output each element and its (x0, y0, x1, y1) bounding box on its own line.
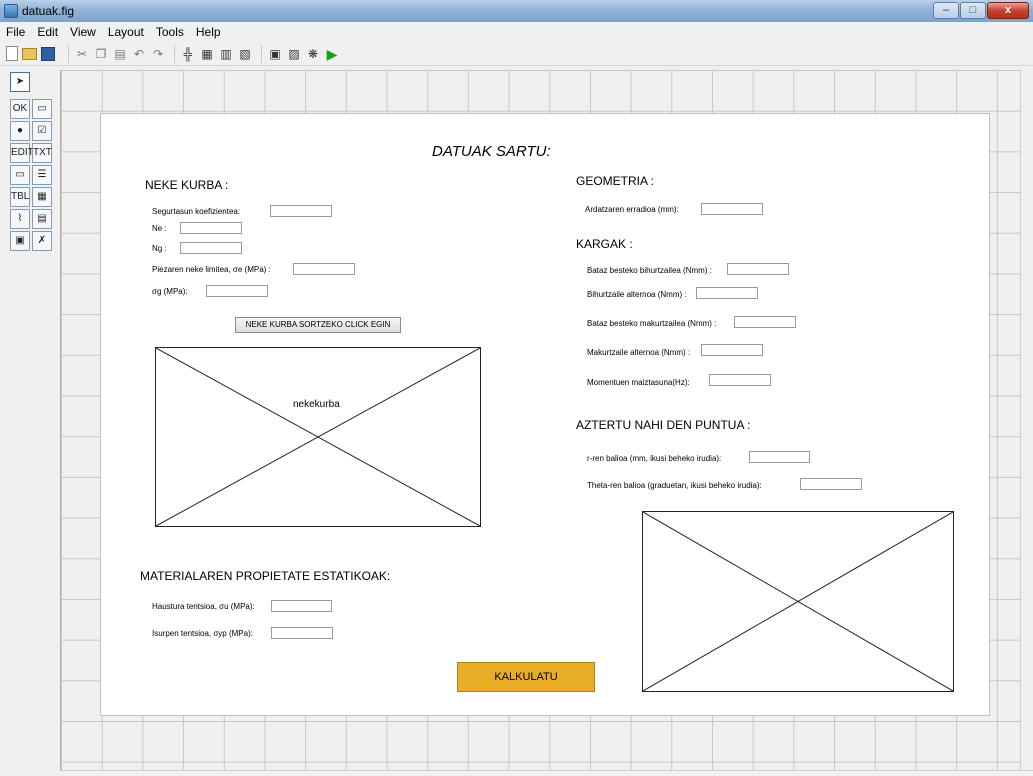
sigma-g-input[interactable] (206, 285, 268, 297)
edit-text-icon[interactable]: EDIT (10, 143, 34, 163)
geometria-heading: GEOMETRIA : (576, 174, 655, 188)
makurtzaile-alternoa-input[interactable] (701, 344, 763, 356)
ne-input[interactable] (180, 222, 242, 234)
ng-label: Ng : (152, 244, 167, 253)
menu-view[interactable]: View (64, 25, 102, 39)
toolbar-separator (68, 44, 69, 63)
puntua-axes[interactable] (642, 511, 954, 692)
menu-edit[interactable]: Edit (31, 25, 64, 39)
ng-input[interactable] (180, 242, 242, 254)
haustura-input[interactable] (271, 600, 332, 612)
menu-file[interactable]: File (0, 25, 31, 39)
mfile-editor-icon[interactable]: ▣ (267, 46, 283, 62)
radio-button-icon[interactable]: ● (10, 121, 30, 141)
undo-icon[interactable]: ↶ (131, 46, 147, 62)
bihurtzailea-input[interactable] (727, 263, 789, 275)
toolbar-editor-icon[interactable]: ▧ (237, 46, 253, 62)
makurtzailea-label: Bataz besteko makurtzailea (Nmm) : (587, 319, 717, 328)
push-button-icon[interactable]: OK (10, 99, 30, 119)
save-icon[interactable] (41, 46, 55, 61)
menu-bar: File Edit View Layout Tools Help (0, 22, 1033, 42)
checkbox-icon[interactable]: ☑ (32, 121, 52, 141)
theta-balioa-input[interactable] (800, 478, 862, 490)
bihurtzaile-alternoa-input[interactable] (696, 287, 758, 299)
menu-editor-icon[interactable]: ▦ (199, 46, 215, 62)
ne-label: Ne : (152, 224, 167, 233)
maiztasuna-input[interactable] (709, 374, 771, 386)
isurpen-input[interactable] (271, 627, 333, 639)
popup-menu-icon[interactable]: ▭ (10, 165, 30, 185)
menu-layout[interactable]: Layout (102, 25, 150, 39)
haustura-label: Haustura tentsioa, σu (MPa): (152, 602, 255, 611)
new-file-icon[interactable] (6, 46, 18, 61)
static-text-icon[interactable]: TXT (32, 143, 52, 163)
makurtzailea-input[interactable] (734, 316, 796, 328)
neke-kurba-button[interactable]: NEKE KURBA SORTZEKO CLICK EGIN (235, 317, 401, 333)
run-icon[interactable]: ▶ (324, 46, 340, 62)
segurtasun-input[interactable] (270, 205, 332, 217)
minimize-button[interactable]: – (933, 2, 959, 19)
tab-order-icon[interactable]: ▥ (218, 46, 234, 62)
horizontal-scrollbar[interactable] (60, 770, 1033, 776)
matlab-figure-icon (4, 4, 18, 18)
maximize-button[interactable]: □ (960, 2, 986, 19)
vertical-scrollbar[interactable] (1020, 70, 1033, 770)
axes-icon[interactable]: ⌇ (10, 209, 30, 229)
maiztasuna-label: Momentuen maiztasuna(Hz): (587, 378, 690, 387)
puntua-heading: AZTERTU NAHI DEN PUNTUA : (576, 418, 751, 432)
button-group-icon[interactable]: ▣ (10, 231, 30, 251)
erradioa-input[interactable] (701, 203, 763, 215)
material-heading: MATERIALAREN PROPIETATE ESTATIKOAK: (140, 569, 391, 583)
axes-placeholder-cross (643, 512, 953, 691)
redo-icon[interactable]: ↷ (150, 46, 166, 62)
toolbar-separator (174, 44, 175, 63)
theta-balioa-label: Theta-ren balioa (graduetan, ikusi behek… (587, 481, 762, 490)
title-bar: datuak.fig – □ x (0, 0, 1033, 22)
segurtasun-label: Segurtasun koefizientea: (152, 207, 241, 216)
toggle-button-icon[interactable]: TBL (10, 187, 30, 207)
align-icon[interactable]: ╬ (180, 46, 196, 62)
panel-icon[interactable]: ▤ (32, 209, 52, 229)
menu-tools[interactable]: Tools (150, 25, 190, 39)
r-balioa-input[interactable] (749, 451, 810, 463)
cut-icon[interactable]: ✂ (74, 46, 90, 62)
close-button[interactable]: x (987, 2, 1029, 19)
neke-limitea-label: Piezaren neke limitea, σe (MPa) : (152, 265, 271, 274)
main-title: DATUAK SARTU: (432, 143, 551, 160)
bihurtzaile-alternoa-label: Bihurtzaile alternoa (Nmm) : (587, 290, 687, 299)
activex-control-icon[interactable]: ✗ (32, 231, 52, 251)
paste-icon[interactable]: ▤ (112, 46, 128, 62)
figure-canvas[interactable]: DATUAK SARTU: NEKE KURBA : Segurtasun ko… (100, 113, 990, 716)
copy-icon[interactable]: ❐ (93, 46, 109, 62)
window-title: datuak.fig (22, 4, 75, 18)
bihurtzailea-label: Bataz besteko bihurtzailea (Nmm) : (587, 266, 712, 275)
erradioa-label: Ardatzaren erradioa (mm): (585, 205, 679, 214)
isurpen-label: Isurpen tentsioa, σyp (MPa): (152, 629, 253, 638)
menu-help[interactable]: Help (190, 25, 227, 39)
window-controls: – □ x (932, 2, 1029, 19)
listbox-icon[interactable]: ☰ (32, 165, 52, 185)
axes-placeholder-cross (156, 348, 480, 526)
nekekurba-axes-label: nekekurba (293, 399, 340, 410)
nekekurba-axes[interactable]: nekekurba (155, 347, 481, 527)
toolbar: ✂ ❐ ▤ ↶ ↷ ╬ ▦ ▥ ▧ ▣ ▨ ❋ ▶ (0, 42, 1033, 66)
toolbar-separator (261, 44, 262, 63)
kargak-heading: KARGAK : (576, 237, 633, 251)
property-inspector-icon[interactable]: ▨ (286, 46, 302, 62)
makurtzaile-alternoa-label: Makurtzaile alternoa (Nmm) : (587, 348, 691, 357)
select-tool-icon[interactable]: ➤ (10, 72, 30, 92)
r-balioa-label: r-ren balioa (mm, ikusi beheko irudia): (587, 454, 722, 463)
open-folder-icon[interactable] (22, 47, 37, 60)
kalkulatu-button[interactable]: KALKULATU (457, 662, 595, 692)
slider-icon[interactable]: ▭ (32, 99, 52, 119)
object-browser-icon[interactable]: ❋ (305, 46, 321, 62)
table-icon[interactable]: ▦ (32, 187, 52, 207)
neke-kurba-heading: NEKE KURBA : (145, 178, 229, 192)
neke-limitea-input[interactable] (293, 263, 355, 275)
sigma-g-label: σg (MPa): (152, 287, 188, 296)
